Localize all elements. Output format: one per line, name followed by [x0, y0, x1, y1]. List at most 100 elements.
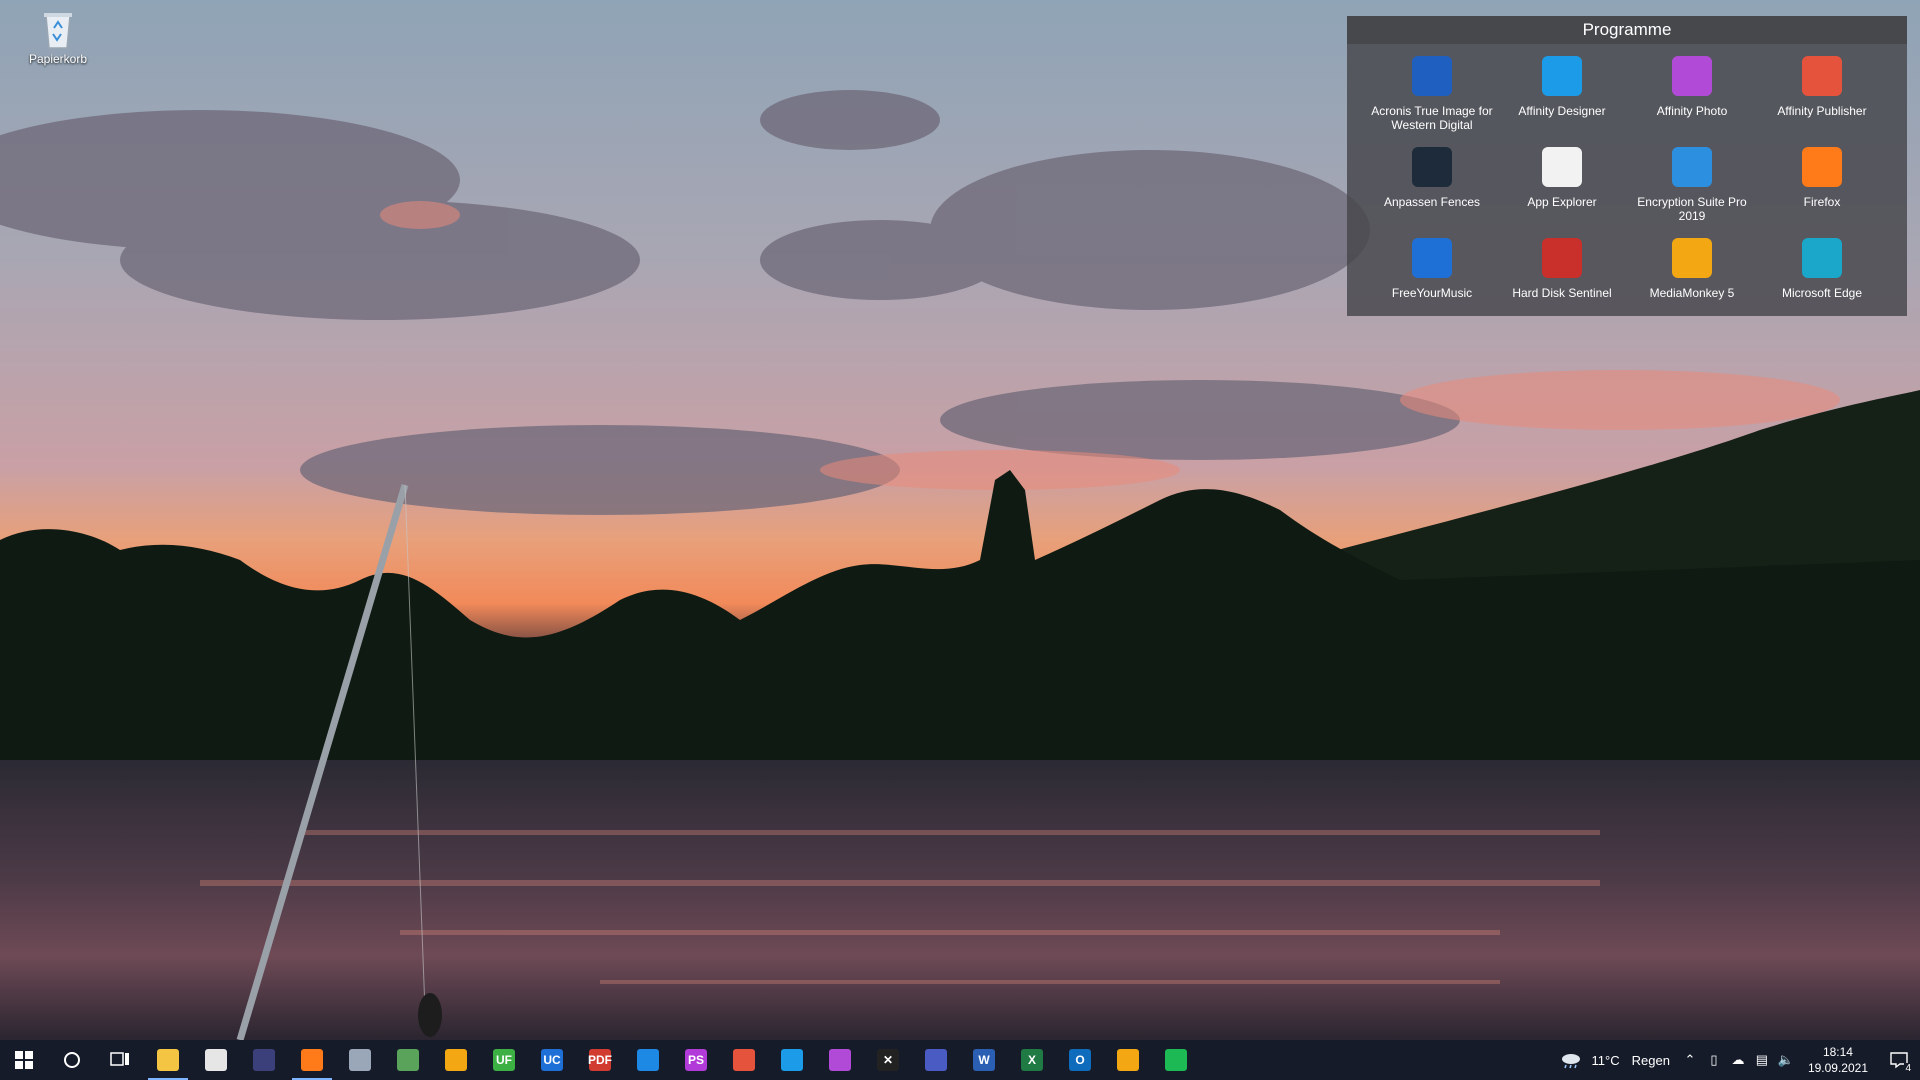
system-tray: 11°C Regen ⌃ ▯ ☁ ▤ 🔈 18:14 19.09.2021 4: [1552, 1040, 1920, 1080]
vscode[interactable]: [624, 1040, 672, 1080]
clock[interactable]: 18:14 19.09.2021: [1798, 1040, 1878, 1080]
affinity-photo-icon: [1672, 56, 1712, 96]
fence-item-label: Affinity Photo: [1656, 104, 1728, 118]
affinity-photo[interactable]: [816, 1040, 864, 1080]
fence-item[interactable]: Hard Disk Sentinel: [1497, 229, 1627, 320]
clock-time: 18:14: [1822, 1045, 1853, 1059]
file-explorer[interactable]: [144, 1040, 192, 1080]
network-tool[interactable]: [384, 1040, 432, 1080]
taskbar-app-icon: UF: [493, 1049, 515, 1071]
fence-item-label: Anpassen Fences: [1383, 195, 1481, 209]
fence-item[interactable]: Encryption Suite Pro 2019: [1627, 138, 1757, 229]
recycle-bin-label: Papierkorb: [28, 52, 88, 66]
taskbar-app-icon: [349, 1049, 371, 1071]
show-hidden-icons-button[interactable]: ⌃: [1678, 1040, 1702, 1080]
fence-item[interactable]: Firefox: [1757, 138, 1887, 229]
taskbar-app-icon: [829, 1049, 851, 1071]
mediamonkey[interactable]: [432, 1040, 480, 1080]
pdf-tool[interactable]: PDF: [576, 1040, 624, 1080]
fences-icon: [1412, 147, 1452, 187]
fence-icon-grid: Acronis True Image for Western Digital Af…: [1347, 44, 1907, 320]
remote-desktop[interactable]: [336, 1040, 384, 1080]
spotify[interactable]: [1152, 1040, 1200, 1080]
affinity-designer[interactable]: [768, 1040, 816, 1080]
xmedia-tool[interactable]: ✕: [864, 1040, 912, 1080]
firefox[interactable]: [288, 1040, 336, 1080]
taskbar-app-icon: [397, 1049, 419, 1071]
notification-count-badge: 4: [1904, 1063, 1912, 1074]
task-view-icon: [110, 1052, 129, 1066]
mediamonkey-2[interactable]: [1104, 1040, 1152, 1080]
affinity-publisher[interactable]: [720, 1040, 768, 1080]
fence-item-label: Firefox: [1803, 195, 1841, 209]
tray-phone-icon[interactable]: ▯: [1702, 1040, 1726, 1080]
taskbar-app-icon: [253, 1049, 275, 1071]
fence-item-label: Affinity Publisher: [1777, 104, 1867, 118]
chevron-up-icon: ⌃: [1684, 1052, 1696, 1067]
taskbar-app-icon: PS: [685, 1049, 707, 1071]
ultracompare[interactable]: UC: [528, 1040, 576, 1080]
weather-widget[interactable]: 11°C Regen: [1552, 1040, 1678, 1080]
word[interactable]: W: [960, 1040, 1008, 1080]
taskbar-apps: UF UC PDF PS ✕ W X O: [144, 1040, 1200, 1080]
taskbar: UF UC PDF PS ✕ W X O 11°C Regen ⌃ ▯ ☁ ▤ 🔈 18:14…: [0, 1040, 1920, 1080]
taskbar-app-icon: [205, 1049, 227, 1071]
affinity-designer-icon: [1542, 56, 1582, 96]
phpstorm[interactable]: PS: [672, 1040, 720, 1080]
affinity-publisher-icon: [1802, 56, 1842, 96]
password-manager[interactable]: [240, 1040, 288, 1080]
taskbar-app-icon: [637, 1049, 659, 1071]
acronis-icon: [1412, 56, 1452, 96]
freeyourmusic-icon: [1412, 238, 1452, 278]
taskbar-app-icon: W: [973, 1049, 995, 1071]
fence-title: Programme: [1347, 16, 1907, 44]
taskbar-app-icon: [1117, 1049, 1139, 1071]
edge-icon: [1802, 238, 1842, 278]
taskbar-app-icon: [733, 1049, 755, 1071]
taskbar-app-icon: ✕: [877, 1049, 899, 1071]
network-icon[interactable]: ▤: [1750, 1040, 1774, 1080]
fence-item-label: App Explorer: [1527, 195, 1597, 209]
fence-item-label: Affinity Designer: [1518, 104, 1606, 118]
weather-description: Regen: [1631, 1052, 1670, 1068]
rain-cloud-icon: [1561, 1054, 1580, 1069]
windows-start-icon: [15, 1051, 33, 1069]
hard-disk-sentinel-icon: [1542, 238, 1582, 278]
onedrive-cloud-icon[interactable]: ☁: [1726, 1040, 1750, 1080]
start-button[interactable]: [0, 1040, 48, 1080]
fence-item[interactable]: Affinity Photo: [1627, 47, 1757, 138]
fence-item[interactable]: Anpassen Fences: [1367, 138, 1497, 229]
task-view-button[interactable]: [96, 1040, 144, 1080]
taskbar-app-icon: [445, 1049, 467, 1071]
fence-item-label: Hard Disk Sentinel: [1512, 286, 1612, 300]
volume-icon[interactable]: 🔈: [1774, 1040, 1798, 1080]
disk-tool[interactable]: [912, 1040, 960, 1080]
taskbar-app-icon: [301, 1049, 323, 1071]
fence-item[interactable]: Affinity Designer: [1497, 47, 1627, 138]
lock-icon: [1672, 147, 1712, 187]
fence-item[interactable]: Acronis True Image for Western Digital: [1367, 47, 1497, 138]
fence-item[interactable]: Affinity Publisher: [1757, 47, 1887, 138]
fence-item[interactable]: MediaMonkey 5: [1627, 229, 1757, 320]
microsoft-store[interactable]: [192, 1040, 240, 1080]
taskbar-app-icon: O: [1069, 1049, 1091, 1071]
fence-item[interactable]: App Explorer: [1497, 138, 1627, 229]
fence-item-label: FreeYourMusic: [1391, 286, 1473, 300]
action-center-button[interactable]: 4: [1878, 1040, 1920, 1080]
taskbar-app-icon: PDF: [588, 1049, 612, 1071]
outlook[interactable]: O: [1056, 1040, 1104, 1080]
cortana-circle-icon: [64, 1052, 80, 1068]
ultrafinder[interactable]: UF: [480, 1040, 528, 1080]
mediamonkey-icon: [1672, 238, 1712, 278]
clock-date: 19.09.2021: [1807, 1061, 1868, 1075]
fence-item-label: Microsoft Edge: [1781, 286, 1863, 300]
taskbar-app-icon: UC: [541, 1049, 563, 1071]
taskbar-app-icon: [1165, 1049, 1187, 1071]
fences-panel-programme[interactable]: Programme Acronis True Image for Western…: [1347, 16, 1907, 316]
fence-item[interactable]: FreeYourMusic: [1367, 229, 1497, 320]
recycle-bin-desktop-icon[interactable]: Papierkorb: [18, 8, 98, 78]
fence-item[interactable]: Microsoft Edge: [1757, 229, 1887, 320]
excel[interactable]: X: [1008, 1040, 1056, 1080]
fence-item-label: Encryption Suite Pro 2019: [1637, 195, 1747, 223]
cortana-search-button[interactable]: [48, 1040, 96, 1080]
